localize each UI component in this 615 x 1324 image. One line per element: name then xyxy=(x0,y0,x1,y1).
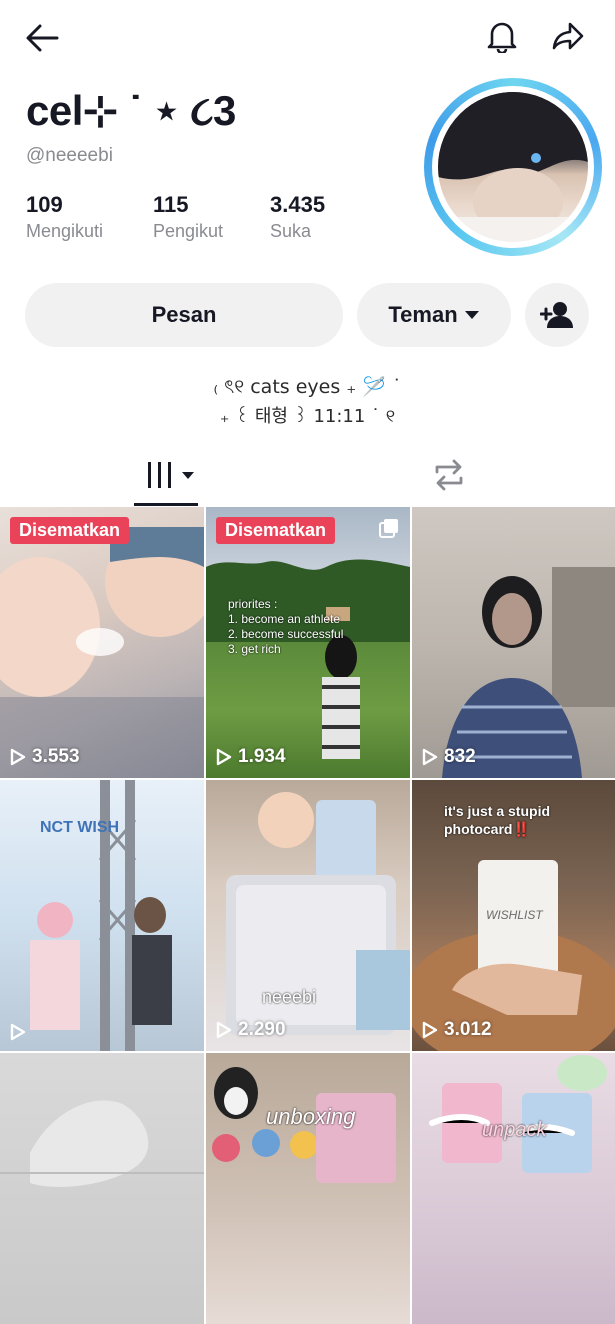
share-button[interactable] xyxy=(548,16,588,56)
following-label: Mengikuti xyxy=(26,221,104,241)
thumbnail-art xyxy=(0,1100,204,1187)
back-button[interactable] xyxy=(22,18,62,58)
share-arrow-icon xyxy=(552,22,584,50)
likes-count: 3.435 xyxy=(270,192,326,217)
play-icon xyxy=(422,748,438,766)
play-icon xyxy=(422,1021,438,1039)
followers-count: 115 xyxy=(153,192,189,217)
view-count xyxy=(10,1023,32,1041)
video-thumbnail[interactable]: it's just a stupid photocard‼️ WISHLIST 3… xyxy=(412,780,615,1051)
friends-button[interactable]: Teman xyxy=(357,283,511,347)
message-button[interactable]: Pesan xyxy=(25,283,343,347)
video-thumbnail[interactable]: unboxing xyxy=(206,1053,410,1324)
photocard-text: WISHLIST xyxy=(486,908,543,922)
avatar-image xyxy=(438,92,588,242)
grid-icon xyxy=(148,462,194,488)
view-count: 1.934 xyxy=(216,746,286,768)
add-friend-button[interactable] xyxy=(525,283,589,347)
friends-label: Teman xyxy=(388,302,458,327)
display-name: cel⊹ ˙ ⋆ ૮3 xyxy=(26,87,236,134)
avatar-border xyxy=(432,86,594,248)
view-count: 2.290 xyxy=(216,1019,286,1041)
view-count: 832 xyxy=(422,746,476,768)
username: @neeeebi xyxy=(26,145,113,166)
play-icon xyxy=(216,748,232,766)
stat-likes[interactable]: 3.435 Suka xyxy=(270,192,325,242)
pinned-badge: Disematkan xyxy=(10,517,130,544)
play-icon xyxy=(10,748,26,766)
overlay-text: unpack xyxy=(482,1119,547,1141)
play-icon xyxy=(216,1021,232,1039)
video-thumbnail[interactable]: unpack xyxy=(412,1053,615,1324)
thumbnail-art xyxy=(442,567,615,778)
video-thumbnail[interactable]: 832 xyxy=(412,507,615,778)
caret-down-icon xyxy=(464,311,479,319)
arrow-left-icon xyxy=(26,24,59,52)
video-thumbnail[interactable]: neeebi 2.290 xyxy=(206,780,410,1051)
thumbnail-art xyxy=(429,1055,607,1173)
view-count: 3.012 xyxy=(422,1019,492,1041)
tab-videos[interactable] xyxy=(140,455,200,495)
notifications-button[interactable] xyxy=(482,16,522,56)
play-icon xyxy=(10,1023,26,1041)
repost-icon xyxy=(435,459,463,491)
tab-active-indicator xyxy=(134,503,198,506)
stat-following[interactable]: 109 Mengikuti xyxy=(26,192,103,242)
likes-label: Suka xyxy=(270,221,312,241)
multi-photo-icon xyxy=(379,519,398,538)
avatar[interactable] xyxy=(424,78,602,256)
overlay-text: NCT WISH xyxy=(40,819,120,836)
thumbnail-art xyxy=(226,792,410,1035)
thumbnail-art xyxy=(212,1067,396,1183)
view-count: 3.553 xyxy=(10,746,80,768)
thumbnail-art xyxy=(0,527,204,778)
video-caption: priorites :1. become an athlete 2. become… xyxy=(228,597,344,656)
followers-label: Pengikut xyxy=(153,221,224,241)
overlay-text: neeebi xyxy=(262,987,317,1007)
bell-icon xyxy=(487,22,517,53)
video-caption: it's just a stupid photocard‼️ xyxy=(444,803,551,837)
video-thumbnail[interactable] xyxy=(0,1053,204,1324)
pinned-badge: Disematkan xyxy=(216,517,336,544)
video-thumbnail[interactable]: Disematkan 3.553 xyxy=(0,507,204,778)
overlay-text: unboxing xyxy=(266,1104,356,1129)
following-count: 109 xyxy=(26,192,63,217)
tab-reposts[interactable] xyxy=(427,455,471,495)
video-thumbnail[interactable]: Disematkan priorites :1. become an athle… xyxy=(206,507,410,778)
stat-followers[interactable]: 115 Pengikut xyxy=(153,192,223,242)
bio-line-2: ₊ ꒰ 태형 ꒱ 11:11 ˙ ୧ xyxy=(219,406,396,427)
video-thumbnail[interactable]: NCT WISH xyxy=(0,780,204,1051)
bio-line-1: ₍ ৎ୧ cats eyes ₊ 🪡 ˙ xyxy=(213,376,402,398)
person-add-icon xyxy=(540,302,573,328)
